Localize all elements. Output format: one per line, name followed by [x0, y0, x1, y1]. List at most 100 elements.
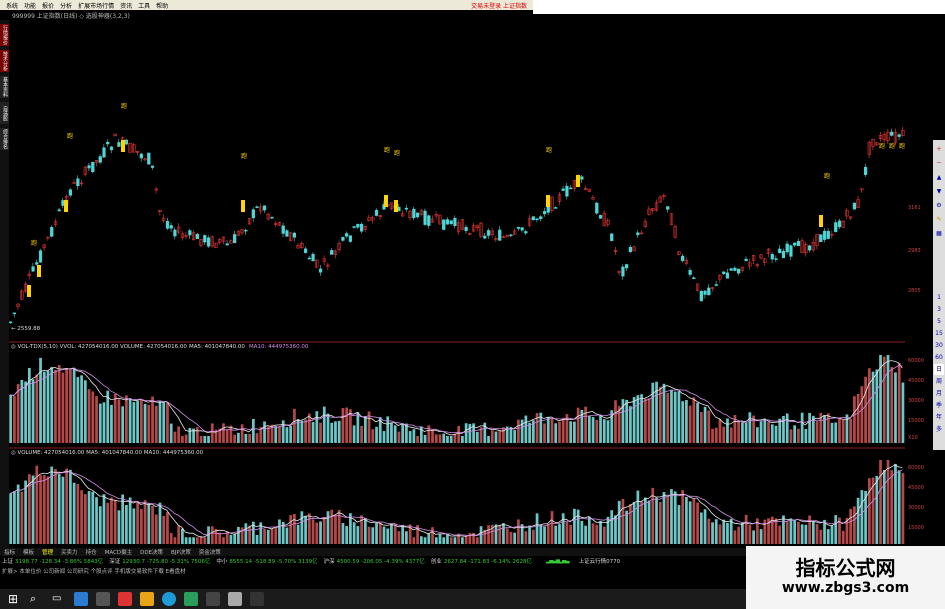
- menu-item-news[interactable]: 资讯: [120, 1, 132, 10]
- volume-bar: [39, 475, 42, 544]
- signal-label: 跑: [67, 132, 73, 140]
- period-multi-button[interactable]: 多: [934, 424, 944, 435]
- candle-body: [352, 226, 356, 228]
- tab-position[interactable]: 持仓: [86, 548, 97, 556]
- volume-bar: [423, 434, 427, 443]
- signal-bar: [37, 265, 41, 277]
- menu-item-function[interactable]: 功能: [24, 1, 36, 10]
- volume-bar: [662, 492, 666, 544]
- period-60min-button[interactable]: 60: [934, 352, 944, 363]
- candle-body: [486, 230, 491, 236]
- sidebar-tab-watchlist[interactable]: 自选股: [0, 102, 9, 124]
- menu-item-help[interactable]: 帮助: [156, 1, 168, 10]
- app-icon-6[interactable]: [228, 592, 242, 606]
- volume-bar: [158, 502, 162, 544]
- volume-bar: [640, 501, 643, 544]
- volume-bar: [431, 527, 434, 544]
- ticker-name-1: 上证: [2, 559, 14, 565]
- folder-icon[interactable]: [140, 592, 154, 606]
- volume-bar: [322, 406, 326, 443]
- zoom-in-icon[interactable]: ＋: [934, 144, 944, 155]
- candle-body: [147, 152, 151, 165]
- volume-bar: [487, 525, 490, 544]
- volume-bar: [151, 505, 154, 544]
- volume-bar: [718, 419, 722, 443]
- volume-bar: [274, 527, 278, 544]
- news-ticker-text[interactable]: 扩展> 本单位价 公司新闻 公司研究 个股点评 手机版交易软件下载 E看盘材: [2, 567, 186, 575]
- volume-bar: [565, 521, 569, 544]
- chart-area[interactable]: 跑跑跑跑跑跑跑跑跑跑跑 ← 2559.88 ◎ VOL-TDX(5,10) VV…: [9, 20, 905, 548]
- pen-icon[interactable]: ✎: [934, 214, 944, 225]
- volume-bar: [834, 422, 838, 443]
- arrow-up-icon[interactable]: ▲: [934, 172, 944, 183]
- app-icon-3[interactable]: [118, 592, 132, 606]
- menu-item-extended-market[interactable]: 扩展市场行情: [78, 1, 114, 10]
- volume-bar: [804, 428, 808, 443]
- volume-bar: [72, 482, 76, 544]
- price-axis-label-1: 3161: [908, 205, 921, 211]
- period-5min-button[interactable]: 5: [934, 316, 944, 327]
- candle-body: [516, 226, 521, 229]
- browser-icon[interactable]: [162, 592, 176, 606]
- volume-bar: [281, 420, 285, 443]
- menu-item-quote[interactable]: 报价: [42, 1, 54, 10]
- windows-start-icon[interactable]: ⊞: [8, 592, 22, 606]
- period-season-button[interactable]: 季: [934, 400, 944, 411]
- signal-label: 跑: [31, 239, 37, 247]
- volume-bar: [319, 521, 322, 544]
- volume-bar: [643, 497, 647, 544]
- volume-bar: [774, 518, 778, 544]
- menu-item-system[interactable]: 系统: [6, 1, 18, 10]
- volume-bar: [494, 524, 498, 544]
- settings-icon[interactable]: ⚙: [934, 200, 944, 211]
- tab-buy-sell[interactable]: 买卖力: [61, 548, 78, 556]
- volume-bar: [311, 422, 315, 443]
- candle-body: [345, 233, 349, 237]
- app-icon-4[interactable]: [184, 592, 198, 606]
- period-day-button[interactable]: 日: [934, 364, 944, 375]
- menu-item-analysis[interactable]: 分析: [60, 1, 72, 10]
- sidebar-tab-ranking[interactable]: 综合排名: [0, 128, 9, 150]
- arrow-down-icon[interactable]: ▼: [934, 186, 944, 197]
- period-year-button[interactable]: 年: [934, 412, 944, 423]
- app-icon-7[interactable]: [250, 592, 264, 606]
- sidebar-tab-technical[interactable]: 技术分析: [0, 50, 9, 72]
- grid-icon[interactable]: ▦: [934, 228, 944, 239]
- tab-macd[interactable]: MACD摄主: [105, 548, 133, 556]
- tab-capital[interactable]: 资金决策: [199, 548, 221, 556]
- candle-body: [837, 220, 842, 228]
- candle-body: [681, 255, 685, 261]
- tab-bjp[interactable]: BJP决策: [171, 548, 191, 556]
- menu-item-tools[interactable]: 工具: [138, 1, 150, 10]
- volume-bar: [535, 513, 539, 544]
- volume-bar: [255, 433, 259, 443]
- tab-dde[interactable]: DDE决策: [140, 548, 163, 556]
- volume-bar: [95, 396, 98, 443]
- zoom-out-icon[interactable]: －: [934, 158, 944, 169]
- volume-bar: [617, 500, 621, 544]
- period-30min-button[interactable]: 30: [934, 340, 944, 351]
- volume-bar: [270, 528, 274, 544]
- volume-bar: [91, 391, 95, 443]
- volume-bar: [826, 413, 830, 443]
- candle-body: [195, 233, 199, 239]
- period-15min-button[interactable]: 15: [934, 328, 944, 339]
- volume-bar: [136, 400, 139, 443]
- volume-bar: [80, 490, 83, 544]
- sidebar-tab-quotes[interactable]: 行情报价: [0, 24, 9, 46]
- tab-template[interactable]: 模板: [23, 548, 34, 556]
- app-icon-5[interactable]: [206, 592, 220, 606]
- volume-bar: [558, 524, 561, 544]
- task-view-icon[interactable]: ▭: [52, 592, 66, 606]
- period-1min-button[interactable]: 1: [934, 292, 944, 303]
- sidebar-tab-fundamentals[interactable]: 基本资料: [0, 76, 9, 98]
- tab-indicator[interactable]: 指标: [4, 548, 15, 556]
- period-3min-button[interactable]: 3: [934, 304, 944, 315]
- app-icon-2[interactable]: [96, 592, 110, 606]
- tab-manage[interactable]: 管理: [42, 548, 53, 556]
- search-icon[interactable]: ⌕: [30, 592, 44, 606]
- period-week-button[interactable]: 周: [934, 376, 944, 387]
- volume-bar: [755, 427, 759, 443]
- app-icon-1[interactable]: [74, 592, 88, 606]
- period-month-button[interactable]: 月: [934, 388, 944, 399]
